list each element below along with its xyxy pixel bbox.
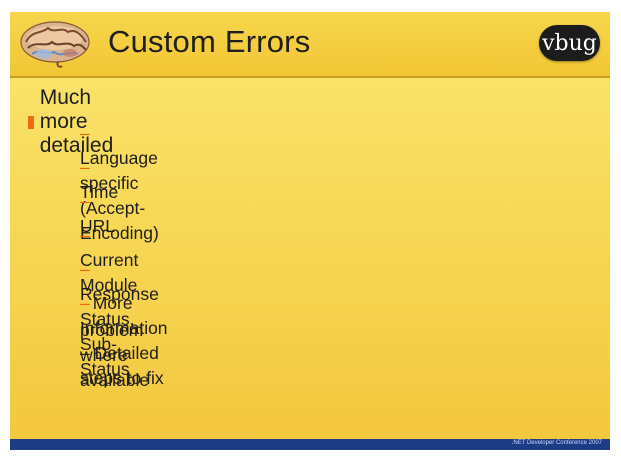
footer-bar: .NET Developer Conference 2007	[10, 439, 610, 450]
sub-bullet-text: problem where available	[80, 320, 150, 390]
dash-icon: –	[80, 191, 90, 211]
dash-icon: –	[80, 225, 90, 245]
dash-icon: –	[80, 123, 90, 143]
footer-right-text: .NET Developer Conference 2007	[511, 440, 602, 446]
dash-icon: –	[80, 293, 90, 313]
dash-icon: –	[80, 259, 90, 279]
brain-icon	[20, 21, 90, 68]
square-bullet-icon	[28, 115, 34, 129]
sub-bullet-continuation: problem where available	[80, 318, 149, 393]
dash-icon: –	[80, 157, 90, 177]
vbug-logo: vbug	[539, 25, 600, 61]
title-bar: Custom Errors vbug	[10, 12, 610, 78]
slide: Custom Errors vbug Much more detailed –L…	[10, 12, 610, 450]
slide-title: Custom Errors	[108, 24, 311, 59]
